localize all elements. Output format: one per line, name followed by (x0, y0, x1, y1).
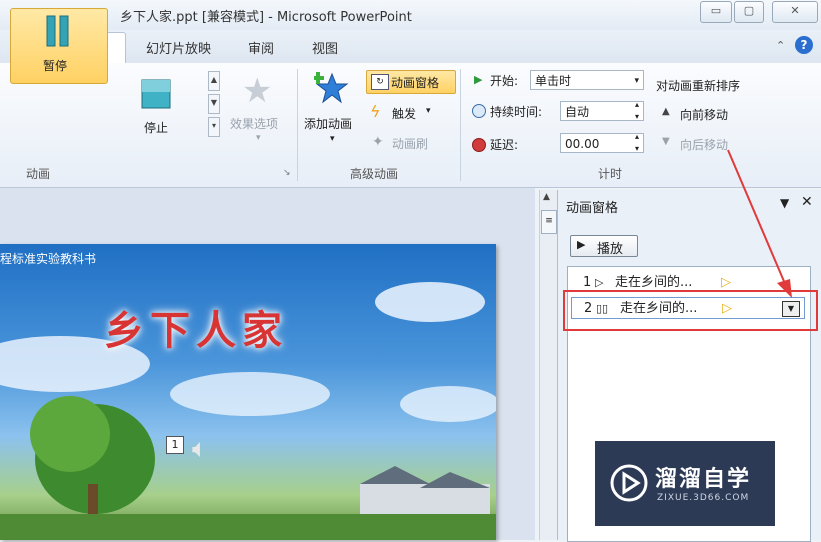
watermark-brand: 溜溜自学 (655, 467, 752, 492)
minimize-icon[interactable]: ▭ (700, 1, 732, 23)
animation-pane-icon: ↻ (371, 74, 389, 90)
star-icon: ★ (242, 71, 273, 111)
start-select-dropdown-icon: ▾ (634, 76, 639, 86)
pane-close-icon[interactable]: ✕ (801, 194, 813, 210)
sound-icon[interactable]: 🔈︎ (192, 434, 208, 465)
animation-pane-label: 动画窗格 (391, 76, 440, 90)
pause-button[interactable]: 暂停 (10, 8, 108, 84)
slide-canvas[interactable]: 程标准实验教科书 乡下人家 1 🔈︎ (0, 244, 496, 540)
pane-options-icon[interactable]: ▼ (780, 196, 789, 210)
slide-title[interactable]: 乡下人家 (104, 298, 288, 356)
gallery-scroll-down-icon[interactable]: ▼ (208, 94, 220, 114)
trigger-dropdown-icon: ▾ (426, 106, 431, 116)
lightning-icon: ϟ (370, 102, 381, 121)
window-title: 乡下人家.ppt [兼容模式] - Microsoft PowerPoint (120, 10, 412, 25)
tab-review[interactable]: 审阅 (248, 38, 274, 57)
stop-label: 停止 (144, 121, 169, 135)
title-bar: 乡下人家.ppt [兼容模式] - Microsoft PowerPoint ▭… (0, 0, 821, 30)
move-later-button[interactable]: ▼ 向后移动 (660, 134, 750, 154)
add-animation-dropdown-icon: ▾ (330, 134, 335, 144)
move-earlier-icon: ▲ (662, 106, 670, 117)
move-later-label: 向后移动 (680, 138, 729, 152)
animation-pane-title: 动画窗格 (566, 201, 619, 216)
spinner-arrows-icon[interactable]: ▴ ▾ (635, 131, 639, 155)
group-divider (297, 69, 298, 181)
trigger-button[interactable]: ϟ 触发 ▾ (368, 102, 448, 124)
watermark: 溜溜自学 ZIXUE.3D66.COM (595, 441, 775, 526)
collapse-ribbon-icon[interactable]: ⌃ (776, 39, 785, 52)
animation-pane-button[interactable]: ↻ 动画窗格 (366, 70, 456, 94)
help-icon[interactable]: ? (795, 36, 813, 54)
start-label: 开始: (490, 74, 519, 88)
tab-slideshow[interactable]: 幻灯片放映 (146, 38, 211, 57)
trigger-number-badge: 1 (166, 436, 184, 454)
move-later-icon: ▼ (662, 136, 670, 147)
trigger-label: 触发 (392, 107, 417, 121)
play-button[interactable]: ▶ 播放 (570, 235, 638, 257)
pause-label: 暂停 (43, 59, 68, 73)
animation-painter-icon: ✦ (372, 134, 384, 150)
delay-icon (472, 138, 486, 152)
start-select[interactable]: 单击时 ▾ (530, 70, 644, 90)
move-earlier-button[interactable]: ▲ 向前移动 (660, 104, 750, 124)
play-icon: ▶ (577, 238, 586, 251)
restore-icon[interactable]: ▢ (734, 1, 764, 23)
slide-header-text: 程标准实验教科书 (0, 252, 97, 266)
move-earlier-label: 向前移动 (680, 108, 729, 122)
duration-spinner[interactable]: 自动 ▴ ▾ (560, 99, 644, 123)
delay-spinner[interactable]: 00.00 ▴ ▾ (560, 131, 644, 155)
dialog-launcher-icon[interactable]: ↘ (283, 168, 291, 178)
delay-value: 00.00 (565, 137, 600, 151)
duration-label: 持续时间: (490, 105, 543, 119)
timing-group-label: 计时 (598, 167, 623, 181)
watermark-url: ZIXUE.3D66.COM (657, 493, 750, 503)
clock-icon (472, 104, 486, 118)
slide-scenery (0, 282, 496, 540)
stop-button[interactable]: 停止 (118, 71, 198, 145)
scroll-thumb[interactable]: ≡ (541, 210, 557, 234)
annotation-highlight-box (563, 290, 818, 331)
advanced-animation-group-label: 高级动画 (350, 167, 399, 181)
workspace-scrollbar[interactable]: ▲ ≡ (539, 190, 557, 540)
add-animation-star-icon (314, 72, 349, 104)
duration-value: 自动 (565, 105, 590, 119)
delay-label: 延迟: (490, 138, 519, 152)
add-animation-button[interactable]: 添加动画 ▾ (302, 70, 364, 150)
animation-group-label: 动画 (26, 167, 51, 181)
reorder-label: 对动画重新排序 (656, 79, 741, 93)
gallery-more-icon[interactable]: ▾ (208, 117, 220, 137)
pause-icon (46, 15, 69, 47)
start-select-value: 单击时 (535, 74, 572, 88)
effect-options-dropdown-icon: ▾ (256, 133, 261, 143)
gallery-scroll-up-icon[interactable]: ▲ (208, 71, 220, 91)
tab-view[interactable]: 视图 (312, 38, 338, 57)
ribbon-tabs: 切换 动画 幻灯片放映 审阅 视图 ⌃ ? (0, 30, 821, 65)
watermark-logo-icon (610, 464, 648, 502)
close-icon[interactable]: ✕ (772, 1, 818, 23)
spinner-arrows-icon[interactable]: ▴ ▾ (635, 99, 639, 123)
animation-painter-button[interactable]: ✦ 动画刷 (368, 134, 448, 154)
add-animation-label: 添加动画 (304, 117, 353, 131)
animation-painter-label: 动画刷 (392, 137, 429, 151)
effect-options-button[interactable]: ★ 效果选项 ▾ (226, 71, 292, 147)
group-divider (460, 69, 461, 181)
start-icon: ▶ (474, 73, 483, 86)
scroll-up-icon[interactable]: ▲ (543, 192, 550, 202)
stop-icon (141, 79, 171, 109)
effect-options-label: 效果选项 (230, 117, 279, 131)
play-label: 播放 (597, 242, 624, 257)
